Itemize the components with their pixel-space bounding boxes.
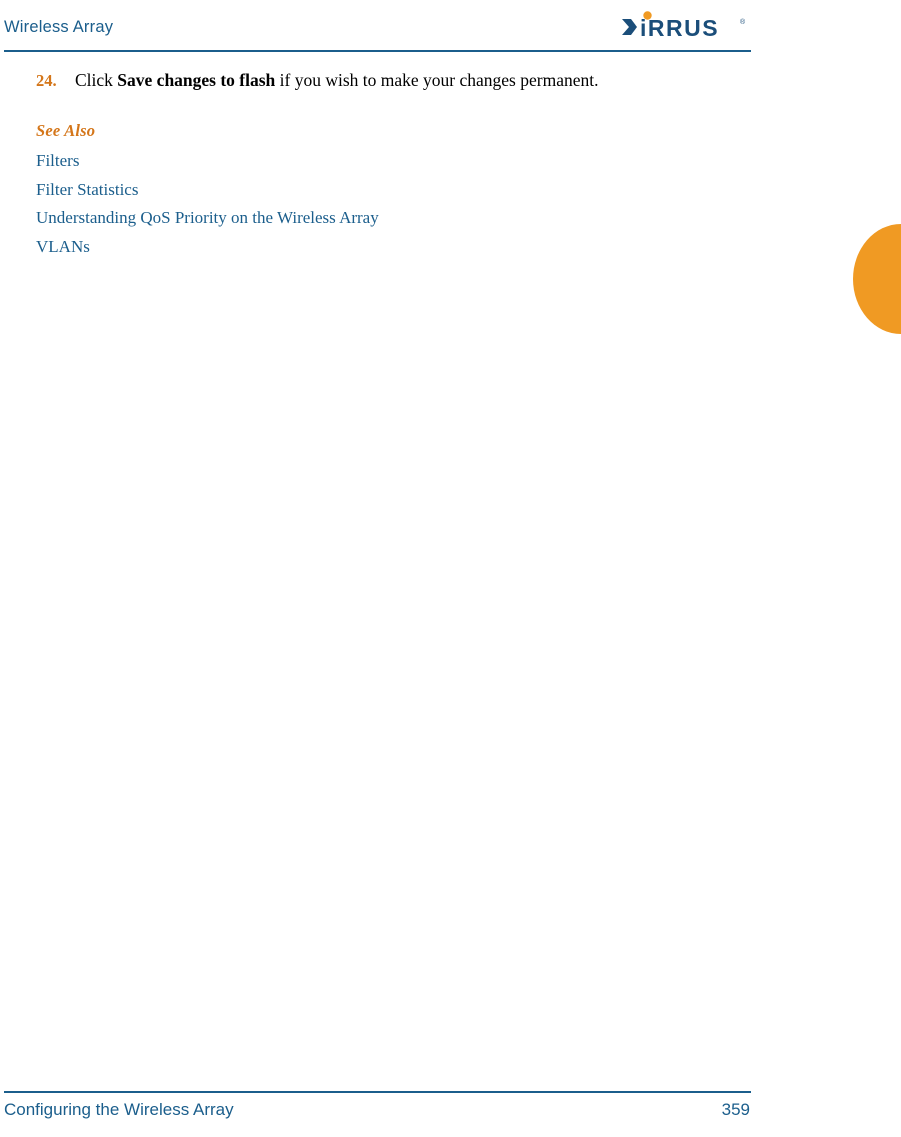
svg-text:iRRUS: iRRUS — [640, 15, 719, 41]
footer-divider — [4, 1091, 751, 1093]
running-head-title: Wireless Array — [4, 18, 114, 36]
cross-reference-link-vlans[interactable]: VLANs — [36, 233, 901, 262]
numbered-step-24: 24. Click Save changes to flash if you wi… — [0, 66, 901, 95]
step-number: 24. — [36, 71, 57, 90]
footer-section-title: Configuring the Wireless Array — [4, 1100, 234, 1119]
cross-reference-list: Filters Filter Statistics Understanding … — [36, 147, 901, 261]
xirrus-logo: iRRUS ® — [620, 10, 752, 44]
see-also-heading: See Also — [36, 121, 96, 140]
step-bold-phrase: Save changes to flash — [117, 70, 276, 90]
page-content: 24. Click Save changes to flash if you wi… — [0, 52, 901, 261]
page-header: Wireless Array iRRUS ® — [0, 0, 901, 52]
cross-reference-link-filters[interactable]: Filters — [36, 147, 901, 176]
cross-reference-link-filter-statistics[interactable]: Filter Statistics — [36, 176, 901, 205]
cross-reference-link-qos-priority[interactable]: Understanding QoS Priority on the Wirele… — [36, 204, 901, 233]
page-footer: Configuring the Wireless Array 359 — [0, 1091, 901, 1137]
footer-page-number: 359 — [721, 1100, 750, 1119]
step-text-after: if you wish to make your changes permane… — [275, 70, 599, 90]
svg-text:®: ® — [740, 18, 746, 26]
step-text-before: Click — [75, 70, 118, 90]
